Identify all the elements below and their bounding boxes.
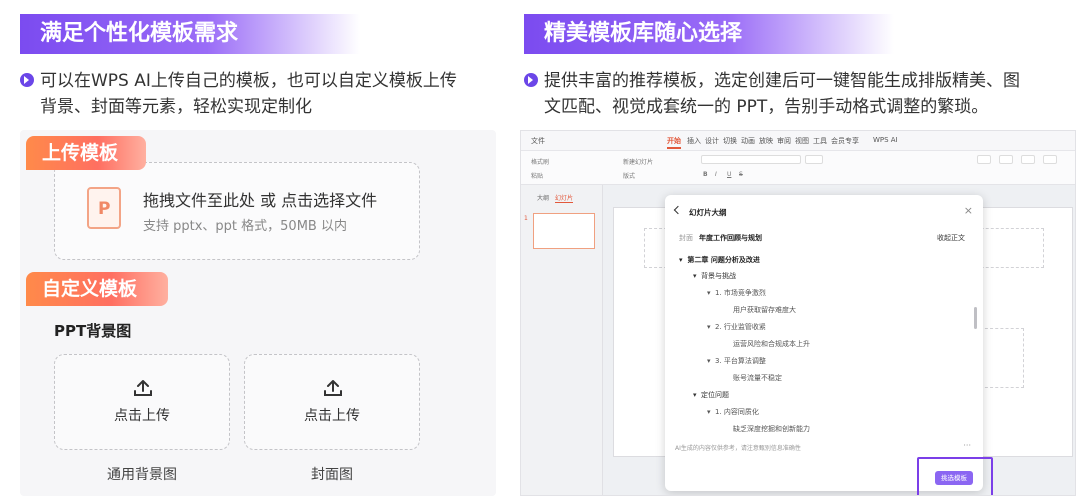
file-dropzone[interactable]: P 拖拽文件至此处 或 点击选择文件 支持 pptx、ppt 格式，50MB 以… — [54, 162, 420, 260]
ppt-file-icon: P — [87, 187, 121, 229]
textbox-button[interactable] — [1021, 155, 1035, 164]
section-banner-custom-templates: 满足个性化模板需求 — [20, 14, 360, 54]
tab-outline[interactable]: 大纲 — [537, 193, 549, 202]
outline-item[interactable]: ▾ 1. 内容同质化 — [707, 407, 759, 417]
layout-button[interactable]: 版式 — [623, 171, 635, 180]
font-size-select[interactable] — [805, 155, 823, 164]
new-slide-button[interactable]: 新建幻灯片 — [623, 157, 653, 166]
shape-button[interactable] — [977, 155, 991, 164]
menu-design[interactable]: 设计 — [705, 136, 719, 146]
picture-button[interactable] — [1043, 155, 1057, 164]
ai-disclaimer: AI生成的内容仅供参考，请注意甄别信息准确性 — [675, 445, 801, 452]
upload-label: 点击上传 — [114, 408, 170, 424]
section-banner-template-library: 精美模板库随心选择 — [524, 14, 894, 54]
outline-item[interactable]: ▾ 3. 平台算法调整 — [707, 356, 766, 366]
outline-item[interactable]: 账号流量不稳定 — [733, 373, 782, 383]
outline-item[interactable]: ▾ 第二章 问题分析及改进 — [679, 255, 760, 265]
menu-home[interactable]: 开始 — [667, 136, 681, 149]
upload-label: 点击上传 — [304, 408, 360, 424]
menu-review[interactable]: 审阅 — [777, 136, 791, 146]
close-icon[interactable]: × — [964, 204, 973, 217]
menu-transition[interactable]: 切换 — [723, 136, 737, 146]
outline-item[interactable]: 运营风险和合规成本上升 — [733, 339, 810, 349]
strikethrough-button[interactable]: S — [739, 171, 743, 178]
bullet-arrow-icon — [20, 73, 34, 87]
bullet-arrow-icon — [524, 73, 538, 87]
font-name-select[interactable] — [701, 155, 801, 164]
outline-item[interactable]: ▾ 2. 行业监管收紧 — [707, 322, 766, 332]
menu-wps-ai[interactable]: WPS AI — [873, 136, 898, 144]
menu-file[interactable]: 文件 — [531, 136, 545, 146]
bullet-text: 可以在WPS AI上传自己的模板，也可以自定义模板上传背景、封面等元素，轻松实现… — [40, 71, 457, 117]
dropzone-title: 拖拽文件至此处 或 点击选择文件 — [143, 191, 378, 210]
dialog-title: 幻灯片大纲 — [689, 208, 727, 217]
menu-tools[interactable]: 工具 — [813, 136, 827, 146]
ribbon-toolbar: 格式刷 粘贴 新建幻灯片 版式 B I U S — [521, 151, 1075, 185]
more-options-icon[interactable]: ··· — [963, 441, 971, 450]
cover-label: 封面 — [679, 234, 693, 242]
menu-slideshow[interactable]: 放映 — [759, 136, 773, 146]
slide-thumbnail[interactable] — [533, 213, 595, 249]
dropzone-hint: 支持 pptx、ppt 格式，50MB 以内 — [143, 219, 347, 234]
outline-item[interactable]: 缺乏深度挖掘和创新能力 — [733, 424, 810, 434]
tab-upload-template[interactable]: 上传模板 — [26, 136, 146, 170]
format-painter-button[interactable]: 格式刷 — [531, 157, 549, 166]
collapse-body-button[interactable]: 收起正文 — [937, 233, 965, 243]
outline-scrollbar[interactable] — [974, 307, 977, 329]
wps-app-screenshot: 文件 开始 插入 设计 切换 动画 放映 审阅 视图 工具 会员专享 WPS A… — [520, 130, 1076, 496]
menu-animation[interactable]: 动画 — [741, 136, 755, 146]
bullet-text: 提供丰富的推荐模板，选定创建后可一键智能生成排版精美、图文匹配、视觉成套统一的 … — [544, 71, 1020, 117]
bold-button[interactable]: B — [703, 171, 708, 178]
caption-general-background: 通用背景图 — [107, 467, 177, 483]
outline-item[interactable]: ▾ 定位问题 — [693, 390, 729, 400]
outline-item[interactable]: ▾ 背景与挑战 — [693, 271, 736, 281]
caption-cover-image: 封面图 — [311, 467, 353, 483]
slide-outline-dialog: 幻灯片大纲 × 封面 年度工作回顾与规划 收起正文 ▾ 第二章 问题分析及改进 … — [665, 195, 983, 491]
ppt-background-label: PPT背景图 — [54, 322, 132, 340]
menu-view[interactable]: 视图 — [795, 136, 809, 146]
menu-member[interactable]: 会员专享 — [831, 136, 859, 146]
upload-icon — [134, 380, 152, 396]
italic-button[interactable]: I — [715, 171, 717, 178]
tab-custom-template[interactable]: 自定义模板 — [26, 272, 168, 306]
outline-item[interactable]: 用户获取留存难度大 — [733, 305, 796, 315]
tab-slides[interactable]: 幻灯片 — [555, 193, 574, 203]
upload-general-background-button[interactable]: 点击上传 — [54, 354, 230, 450]
slides-pane: 大纲 幻灯片 1 — [521, 185, 603, 495]
menu-insert[interactable]: 插入 — [687, 136, 701, 146]
underline-button[interactable]: U — [727, 171, 731, 178]
outline-item[interactable]: ▾ 1. 市场竞争激烈 — [707, 288, 766, 298]
upload-icon — [324, 380, 342, 396]
menu-bar: 文件 开始 插入 设计 切换 动画 放映 审阅 视图 工具 会员专享 WPS A… — [521, 131, 1075, 151]
arrange-button[interactable] — [999, 155, 1013, 164]
highlight-box — [917, 457, 993, 495]
bullet-custom-templates: 可以在WPS AI上传自己的模板，也可以自定义模板上传背景、封面等元素，轻松实现… — [20, 68, 460, 120]
slide-number: 1 — [524, 215, 528, 222]
cover-title[interactable]: 年度工作回顾与规划 — [699, 233, 762, 243]
paste-button[interactable]: 粘贴 — [531, 171, 543, 180]
bullet-template-library: 提供丰富的推荐模板，选定创建后可一键智能生成排版精美、图文匹配、视觉成套统一的 … — [524, 68, 1034, 120]
upload-cover-image-button[interactable]: 点击上传 — [244, 354, 420, 450]
back-icon[interactable] — [673, 205, 683, 215]
